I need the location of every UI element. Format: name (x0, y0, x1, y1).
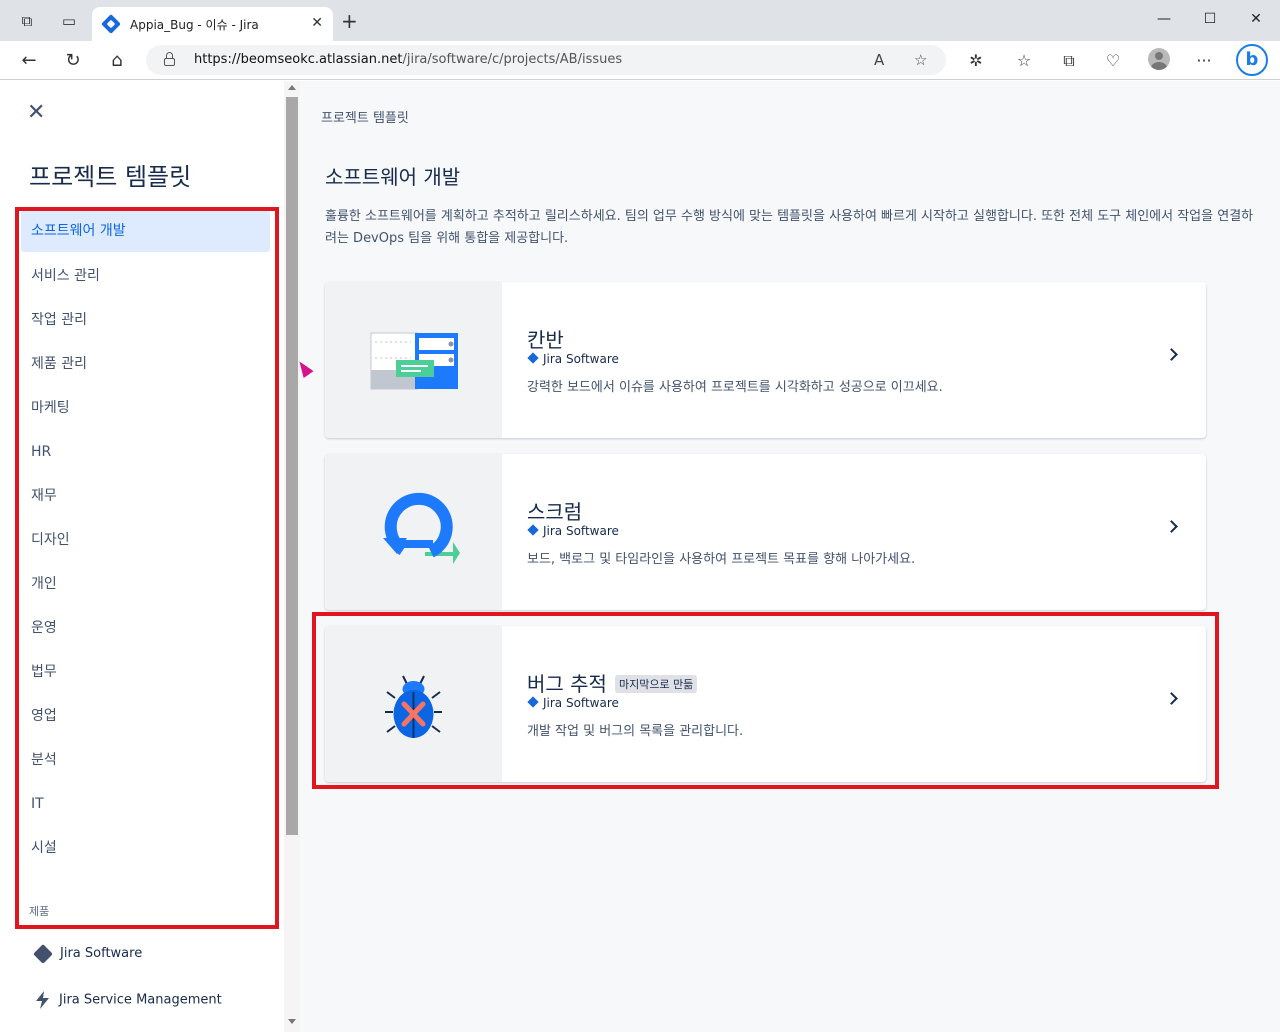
jira-software-icon (527, 524, 539, 536)
last-created-badge: 마지막으로 만듦 (614, 675, 698, 693)
main-content: 프로젝트 템플릿 소프트웨어 개발 훌륭한 소프트웨어를 계획하고 추적하고 릴… (300, 81, 1280, 1032)
page-title: 소프트웨어 개발 (325, 165, 461, 189)
favorite-star-icon[interactable]: ☆ (914, 51, 927, 69)
category-legal[interactable]: 법무 (21, 650, 270, 694)
lock-icon[interactable] (164, 52, 175, 66)
new-tab-icon[interactable]: + (341, 11, 358, 31)
scrollbar-thumb[interactable] (286, 97, 298, 835)
template-card-scrum[interactable]: 스크럼 Jira Software 보드, 백로그 및 타임라인을 사용하여 프… (325, 454, 1206, 610)
template-card-kanban[interactable]: 칸반 Jira Software 강력한 보드에서 이슈를 사용하여 프로젝트를… (325, 282, 1206, 438)
favorites-icon[interactable]: ☆ (1013, 50, 1035, 72)
template-name-text: 스크럼 (527, 500, 583, 524)
tab-close-icon[interactable]: ✕ (311, 15, 323, 31)
tab-title: Appia_Bug - 이슈 - Jira (130, 18, 259, 32)
products-section-label: 제품 (29, 905, 50, 918)
category-list: 소프트웨어 개발 서비스 관리 작업 관리 제품 관리 마케팅 HR 재무 디자… (21, 210, 270, 870)
jira-software-icon (527, 352, 539, 364)
category-it[interactable]: IT (21, 782, 270, 826)
more-menu-icon[interactable]: ··· (1193, 50, 1215, 72)
jira-service-management-icon (36, 991, 49, 1009)
url-host: https://beomseokc.atlassian.net (194, 52, 403, 67)
browser-tab[interactable]: Appia_Bug - 이슈 - Jira ✕ (92, 7, 333, 41)
template-sidebar: ✕ 프로젝트 템플릿 소프트웨어 개발 서비스 관리 작업 관리 제품 관리 마… (0, 81, 284, 1032)
product-jira-service-management[interactable]: Jira Service Management (33, 990, 222, 1012)
product-label: Jira Software (60, 946, 143, 961)
kanban-illustration (325, 282, 502, 438)
chevron-right-icon[interactable] (1165, 520, 1178, 533)
template-product: Jira Software (527, 352, 619, 366)
category-personal[interactable]: 개인 (21, 562, 270, 606)
category-finance[interactable]: 재무 (21, 474, 270, 518)
profile-avatar[interactable] (1148, 48, 1170, 70)
template-product-text: Jira Software (543, 352, 619, 366)
category-marketing[interactable]: 마케팅 (21, 386, 270, 430)
workspaces-icon[interactable]: ⧉ (18, 12, 36, 30)
read-aloud-icon[interactable]: A (874, 51, 884, 69)
product-jira-software[interactable]: Jira Software (33, 943, 143, 968)
collections-icon[interactable]: ⧉ (1058, 50, 1080, 72)
bing-icon[interactable]: b (1236, 44, 1268, 76)
home-icon[interactable]: ⌂ (106, 50, 128, 72)
category-software-development[interactable]: 소프트웨어 개발 (21, 210, 270, 252)
template-product-text: Jira Software (543, 696, 619, 710)
bug-tracking-illustration (325, 626, 502, 782)
template-product: Jira Software (527, 524, 619, 538)
category-analytics[interactable]: 분석 (21, 738, 270, 782)
template-description: 보드, 백로그 및 타임라인을 사용하여 프로젝트 목표를 향해 나아가세요. (527, 552, 916, 567)
template-product-text: Jira Software (543, 524, 619, 538)
maximize-icon[interactable]: ☐ (1200, 11, 1220, 27)
template-description: 강력한 보드에서 이슈를 사용하여 프로젝트를 시각화하고 성공으로 이끄세요. (527, 380, 943, 395)
template-name-text: 버그 추적 (527, 672, 607, 696)
template-name: 버그 추적 마지막으로 만듦 (527, 668, 698, 697)
window-close-icon[interactable]: ✕ (1246, 11, 1266, 27)
category-work-management[interactable]: 작업 관리 (21, 298, 270, 342)
kanban-board-icon (370, 332, 458, 390)
bug-icon (385, 675, 442, 738)
scroll-down-icon[interactable] (288, 1019, 296, 1024)
scrum-illustration (325, 454, 502, 610)
close-icon[interactable]: ✕ (27, 102, 45, 124)
tab-actions-icon[interactable]: ▭ (60, 12, 78, 30)
sidebar-scrollbar[interactable] (284, 81, 300, 1032)
address-bar[interactable]: https://beomseokc.atlassian.net/jira/sof… (146, 45, 946, 75)
jira-software-icon (527, 696, 539, 708)
category-product-management[interactable]: 제품 관리 (21, 342, 270, 386)
jira-software-icon (33, 943, 53, 964)
chevron-right-icon[interactable] (1165, 348, 1178, 361)
scroll-up-icon[interactable] (288, 85, 296, 90)
template-name: 스크럼 (527, 496, 582, 525)
refresh-icon[interactable]: ↻ (62, 50, 84, 72)
page-description: 훌륭한 소프트웨어를 계획하고 추적하고 릴리스하세요. 팀의 업무 수행 방식… (325, 209, 1254, 246)
sidebar-title: 프로젝트 템플릿 (29, 163, 192, 191)
template-card-bug-tracking[interactable]: 버그 추적 마지막으로 만듦 Jira Software 개발 작업 및 버그의 … (325, 626, 1206, 782)
category-operations[interactable]: 운영 (21, 606, 270, 650)
back-icon[interactable]: ← (18, 50, 40, 72)
url-path: /jira/software/c/projects/AB/issues (402, 52, 623, 67)
jira-favicon-icon (101, 14, 121, 34)
template-name: 칸반 (527, 324, 564, 353)
performance-icon[interactable]: ♡ (1102, 50, 1124, 72)
category-facilities[interactable]: 시설 (21, 826, 270, 870)
category-service-management[interactable]: 서비스 관리 (21, 254, 270, 298)
extensions-icon[interactable]: ✲ (965, 50, 987, 72)
url-text: https://beomseokc.atlassian.net/jira/sof… (194, 52, 622, 67)
browser-titlebar: ⧉ ▭ Appia_Bug - 이슈 - Jira ✕ + — ☐ ✕ (0, 0, 1280, 41)
category-sales[interactable]: 영업 (21, 694, 270, 738)
template-name-text: 칸반 (527, 328, 564, 352)
scrum-cycle-icon (383, 492, 460, 564)
product-label: Jira Service Management (59, 992, 222, 1008)
category-design[interactable]: 디자인 (21, 518, 270, 562)
template-description: 개발 작업 및 버그의 목록을 관리합니다. (527, 724, 744, 739)
template-product: Jira Software (527, 696, 619, 710)
category-hr[interactable]: HR (21, 430, 270, 474)
minimize-icon[interactable]: — (1154, 11, 1174, 27)
browser-toolbar: ← ↻ ⌂ https://beomseokc.atlassian.net/ji… (0, 41, 1280, 80)
chevron-right-icon[interactable] (1165, 692, 1178, 705)
breadcrumb[interactable]: 프로젝트 템플릿 (321, 107, 409, 126)
